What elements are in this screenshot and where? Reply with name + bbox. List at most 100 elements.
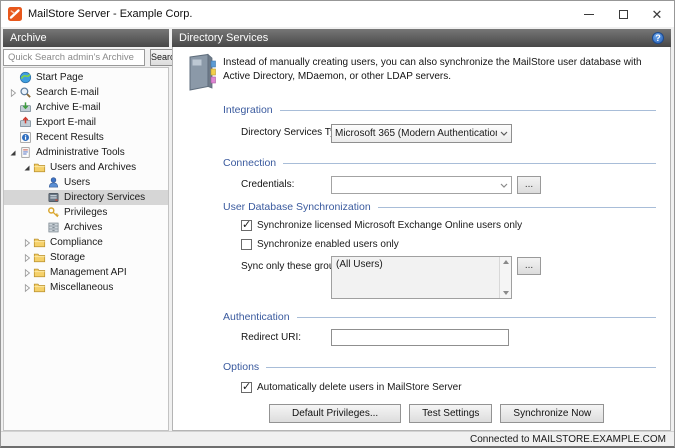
recent-results-icon [19, 131, 32, 144]
navigation-tree: Start Page Search E-mail Archive E-mail Exp… [3, 67, 169, 431]
auto-delete-label: Automatically delete users in MailStore … [257, 382, 462, 393]
mailstore-logo-icon [8, 7, 22, 21]
minimize-button[interactable] [572, 1, 606, 27]
expander-spacer [35, 207, 47, 219]
sidebar-item-label: Search E-mail [36, 87, 99, 98]
sync-groups-listbox[interactable]: (All Users) [331, 256, 512, 299]
directory-services-form: Instead of manually creating users, you … [172, 47, 671, 431]
section-authentication: Authentication [223, 311, 656, 323]
window-controls: ✕ [572, 1, 674, 27]
test-settings-button[interactable]: Test Settings [409, 404, 492, 423]
address-book-icon [182, 52, 220, 92]
tree-expander-icon[interactable] [21, 267, 33, 279]
archives-icon [47, 221, 60, 234]
sidebar-item-export-e-mail[interactable]: Export E-mail [4, 115, 168, 130]
sync-licensed-checkbox-row: Synchronize licensed Microsoft Exchange … [241, 220, 522, 231]
listbox-scrollbar[interactable] [499, 257, 511, 298]
tree-expander-icon[interactable] [21, 237, 33, 249]
tree-expander-icon[interactable] [21, 162, 33, 174]
sidebar-item-label: Miscellaneous [50, 282, 113, 293]
directory-services-type-select[interactable]: Microsoft 365 (Modern Authentication) [331, 124, 512, 143]
expander-spacer [35, 177, 47, 189]
chevron-down-icon [500, 131, 508, 136]
folder-icon [33, 161, 46, 174]
main-panel-title: Directory Services [179, 32, 268, 44]
sidebar-item-miscellaneous[interactable]: Miscellaneous [4, 280, 168, 295]
start-page-icon [19, 71, 32, 84]
intro-text: Instead of manually creating users, you … [223, 56, 660, 84]
sidebar-item-start-page[interactable]: Start Page [4, 70, 168, 85]
credentials-select[interactable] [331, 176, 512, 194]
main-panel: Directory Services ? Instead of manual [172, 29, 671, 431]
sync-licensed-checkbox[interactable] [241, 220, 252, 231]
expander-spacer [35, 222, 47, 234]
sidebar-item-label: Compliance [50, 237, 103, 248]
sidebar-item-directory-services[interactable]: Directory Services [4, 190, 168, 205]
sidebar-item-label: Start Page [36, 72, 83, 83]
export-email-icon [19, 116, 32, 129]
directory-services-icon [47, 191, 60, 204]
sidebar-header: Archive [3, 29, 169, 47]
default-privileges-button[interactable]: Default Privileges... [269, 404, 401, 423]
folder-icon [33, 266, 46, 279]
sidebar-item-administrative-tools[interactable]: Administrative Tools [4, 145, 168, 160]
help-icon[interactable]: ? [652, 32, 664, 44]
app-window: MailStore Server - Example Corp. ✕ Archi… [0, 0, 675, 448]
close-button[interactable]: ✕ [640, 1, 674, 27]
app-body: Archive Search Start PageSearch E-mailAr… [1, 27, 674, 431]
section-connection: Connection [223, 157, 656, 169]
scroll-down-icon[interactable] [503, 291, 509, 295]
auto-delete-checkbox-row: Automatically delete users in MailStore … [241, 382, 462, 393]
sidebar-item-privileges[interactable]: Privileges [4, 205, 168, 220]
sidebar-item-recent-results[interactable]: Recent Results [4, 130, 168, 145]
tree-expander-icon[interactable] [21, 252, 33, 264]
privileges-icon [47, 206, 60, 219]
sidebar-item-label: Export E-mail [36, 117, 96, 128]
sync-enabled-checkbox[interactable] [241, 239, 252, 250]
minimize-icon [584, 14, 594, 15]
quick-search-input[interactable] [3, 49, 145, 66]
sidebar-item-users[interactable]: Users [4, 175, 168, 190]
synchronize-now-button[interactable]: Synchronize Now [500, 404, 604, 423]
sidebar-item-compliance[interactable]: Compliance [4, 235, 168, 250]
redirect-uri-input[interactable] [331, 329, 509, 346]
sidebar-item-archives[interactable]: Archives [4, 220, 168, 235]
sync-licensed-label: Synchronize licensed Microsoft Exchange … [257, 220, 522, 231]
sidebar-item-storage[interactable]: Storage [4, 250, 168, 265]
credentials-label: Credentials: [241, 179, 294, 190]
sidebar-item-label: Storage [50, 252, 85, 263]
auto-delete-checkbox[interactable] [241, 382, 252, 393]
archive-email-icon [19, 101, 32, 114]
tree-expander-icon[interactable] [7, 87, 19, 99]
folder-icon [33, 236, 46, 249]
sidebar-item-label: Management API [50, 267, 127, 278]
sidebar-item-label: Archives [64, 222, 102, 233]
users-icon [47, 176, 60, 189]
credentials-browse-button[interactable]: ... [517, 176, 541, 194]
expander-spacer [7, 132, 19, 144]
scroll-up-icon[interactable] [503, 260, 509, 264]
sync-groups-browse-button[interactable]: ... [517, 257, 541, 275]
expander-spacer [35, 192, 47, 204]
sidebar-item-label: Directory Services [64, 192, 145, 203]
maximize-button[interactable] [606, 1, 640, 27]
sidebar-item-search-e-mail[interactable]: Search E-mail [4, 85, 168, 100]
tree-expander-icon[interactable] [21, 282, 33, 294]
section-integration: Integration [223, 104, 656, 116]
expander-spacer [7, 117, 19, 129]
sidebar-item-management-api[interactable]: Management API [4, 265, 168, 280]
sync-enabled-checkbox-row: Synchronize enabled users only [241, 239, 399, 250]
tree-expander-icon[interactable] [7, 147, 19, 159]
admin-tools-icon [19, 146, 32, 159]
sidebar-item-label: Users and Archives [50, 162, 136, 173]
folder-icon [33, 281, 46, 294]
sidebar-item-archive-e-mail[interactable]: Archive E-mail [4, 100, 168, 115]
maximize-icon [619, 10, 628, 19]
connection-status: Connected to MAILSTORE.EXAMPLE.COM [470, 434, 666, 445]
expander-spacer [7, 72, 19, 84]
form-buttons: Default Privileges... Test Settings Sync… [269, 404, 604, 423]
sidebar-item-users-and-archives[interactable]: Users and Archives [4, 160, 168, 175]
redirect-uri-label: Redirect URI: [241, 332, 301, 343]
main-panel-header: Directory Services ? [172, 29, 671, 47]
sidebar-item-label: Recent Results [36, 132, 104, 143]
